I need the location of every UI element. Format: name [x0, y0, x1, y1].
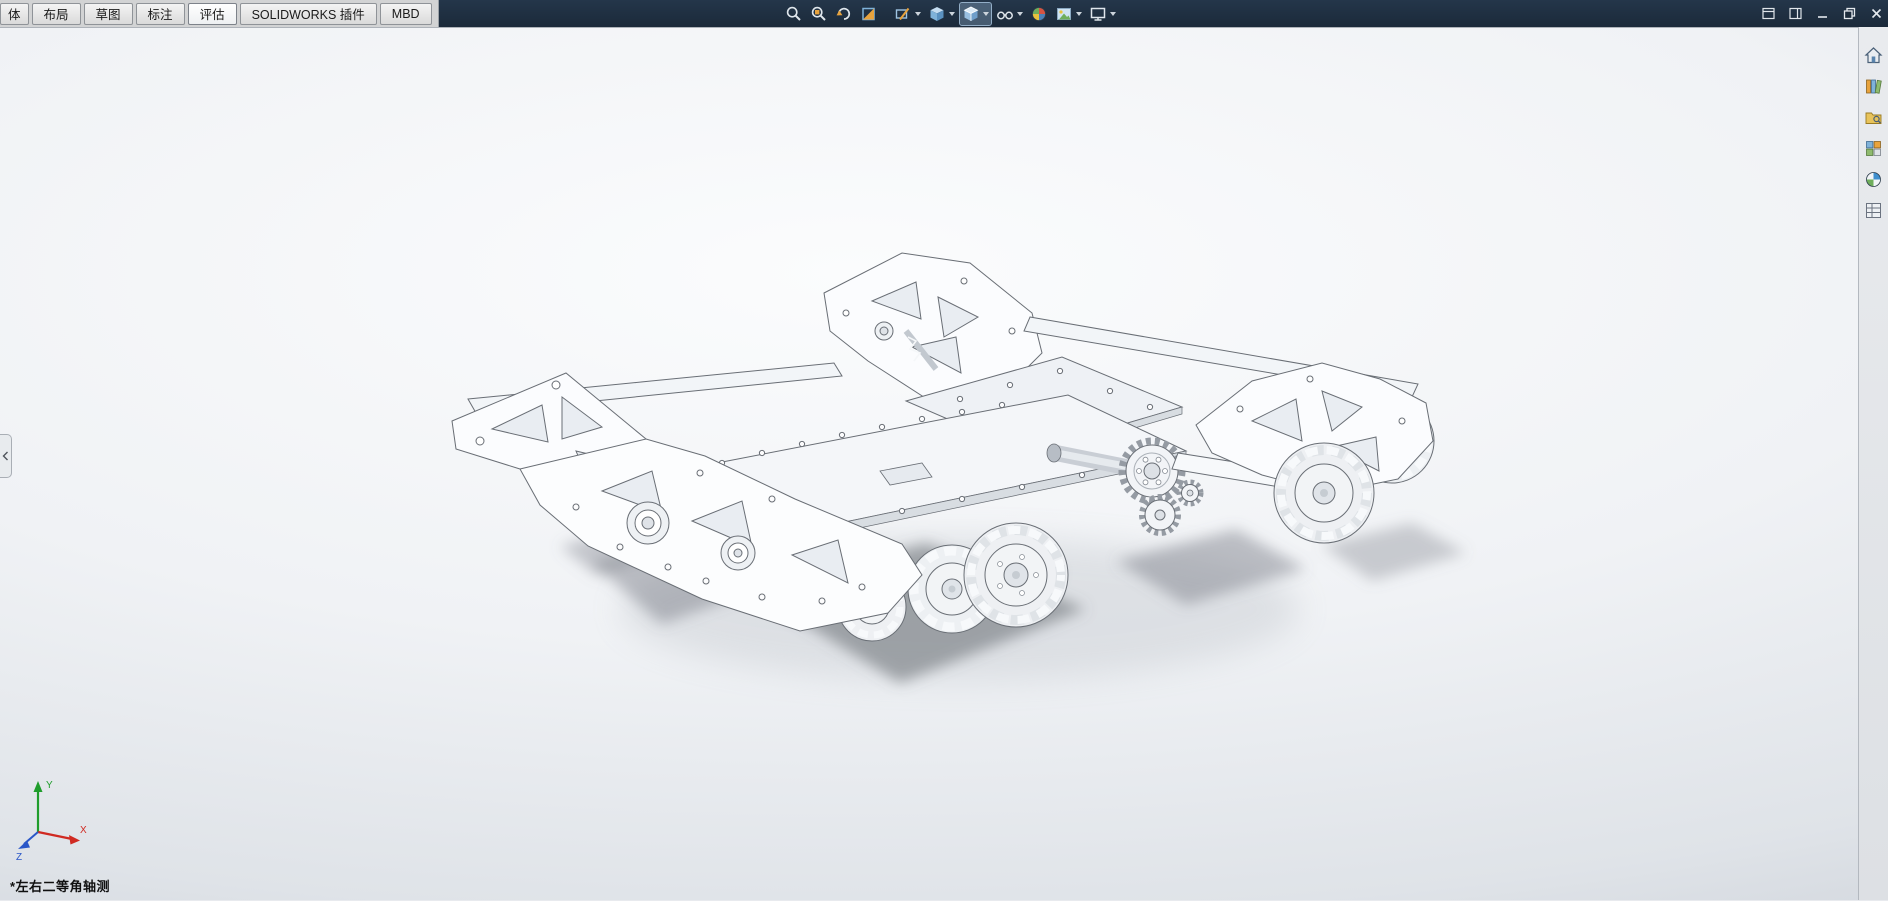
- x-axis-label: X: [80, 825, 87, 836]
- view-settings-button[interactable]: [1087, 3, 1118, 25]
- minimize-icon: [1817, 16, 1827, 18]
- design-library-button[interactable]: [1862, 74, 1886, 98]
- commandmanager-tabstrip: 体 布局 草图 标注 评估 SOLIDWORKS 插件 MBD: [0, 0, 439, 27]
- chevron-down-icon[interactable]: [949, 11, 955, 16]
- apply-scene-button[interactable]: [1053, 3, 1084, 25]
- tab-assembly[interactable]: 体: [0, 2, 29, 25]
- display-style-button[interactable]: [959, 1, 992, 26]
- zoom-area-button[interactable]: [808, 3, 830, 25]
- appearances-scenes-button[interactable]: [1862, 167, 1886, 191]
- mecanum-wheel-right-front: [1273, 442, 1375, 544]
- hide-show-items-button[interactable]: [994, 3, 1025, 25]
- previous-view-icon: [836, 7, 851, 20]
- reference-triad: Y X Z: [16, 780, 87, 862]
- gear-large: [1118, 437, 1186, 505]
- solidworks-resources-icon: [1864, 46, 1883, 63]
- tab-mbd[interactable]: MBD: [379, 2, 432, 25]
- graphics-viewport[interactable]: Y X Z *左右二等角轴测: [0, 27, 1888, 900]
- zoom-to-fit-button[interactable]: [783, 3, 805, 25]
- view-palette-button[interactable]: [1862, 136, 1886, 160]
- show-taskpane-icon: [1788, 7, 1802, 20]
- tab-layout[interactable]: 布局: [31, 2, 81, 25]
- custom-properties-button[interactable]: [1862, 198, 1886, 222]
- tab-solidworks-addins[interactable]: SOLIDWORKS 插件: [239, 2, 377, 25]
- display-style-icon: [963, 6, 979, 21]
- close-button[interactable]: [1868, 6, 1884, 22]
- file-explorer-button[interactable]: [1862, 105, 1886, 129]
- edit-appearance-icon: [1032, 6, 1046, 21]
- edit-appearance-button[interactable]: [1028, 3, 1050, 25]
- hide-show-items-icon: [997, 11, 1013, 19]
- design-library-icon: [1866, 79, 1882, 94]
- gear-tiny: [1176, 479, 1204, 507]
- y-axis-arrow: [33, 781, 43, 792]
- assembly-model: [451, 252, 1466, 683]
- collapse-ribbon-button[interactable]: [1760, 6, 1776, 22]
- custom-properties-icon: [1866, 202, 1881, 218]
- view-orientation-icon: [930, 6, 944, 21]
- zoom-to-fit-icon: [786, 6, 801, 21]
- featuremanager-collapse-tab[interactable]: [0, 434, 12, 478]
- chevron-down-icon[interactable]: [915, 11, 921, 16]
- z-axis-label: Z: [16, 852, 22, 862]
- section-view-button[interactable]: [858, 3, 880, 25]
- tab-sketch[interactable]: 草图: [83, 2, 133, 25]
- restore-button[interactable]: [1841, 6, 1857, 22]
- mecanum-wheel-center-front: [963, 522, 1069, 628]
- chevron-left-icon: [2, 451, 8, 461]
- view-orientation-button[interactable]: [926, 3, 957, 25]
- sketch-visibility-icon: [895, 7, 910, 20]
- zoom-area-icon: [811, 6, 826, 21]
- chevron-down-icon[interactable]: [983, 11, 989, 16]
- apply-scene-icon: [1057, 7, 1071, 20]
- chevron-down-icon[interactable]: [1017, 11, 1023, 16]
- task-pane-strip: [1858, 27, 1888, 900]
- collapse-ribbon-icon: [1761, 7, 1775, 20]
- minimize-button[interactable]: [1814, 6, 1830, 22]
- gear-small: [1139, 494, 1181, 536]
- file-explorer-icon: [1865, 112, 1882, 124]
- view-palette-icon: [1866, 140, 1881, 156]
- sketch-visibility-button[interactable]: [892, 3, 923, 25]
- view-orientation-label: *左右二等角轴测: [10, 879, 111, 894]
- x-axis-arrow: [69, 835, 80, 845]
- appearances-scenes-icon: [1866, 171, 1881, 187]
- show-taskpane-button[interactable]: [1787, 6, 1803, 22]
- titlebar: 体 布局 草图 标注 评估 SOLIDWORKS 插件 MBD: [0, 0, 1888, 27]
- y-axis-label: Y: [46, 780, 53, 791]
- chevron-down-icon[interactable]: [1110, 11, 1116, 16]
- tab-annotation[interactable]: 标注: [135, 2, 185, 25]
- chevron-down-icon[interactable]: [1076, 11, 1082, 16]
- z-axis-arrow: [18, 840, 30, 849]
- close-icon: [1871, 8, 1881, 19]
- heads-up-view-toolbar: [783, 0, 1118, 27]
- section-view-icon: [862, 7, 875, 20]
- previous-view-button[interactable]: [833, 3, 855, 25]
- view-settings-icon: [1090, 7, 1106, 21]
- tab-evaluate[interactable]: 评估: [187, 2, 237, 25]
- solidworks-resources-button[interactable]: [1862, 43, 1886, 67]
- restore-icon: [1843, 7, 1855, 20]
- window-controls: [1760, 0, 1884, 27]
